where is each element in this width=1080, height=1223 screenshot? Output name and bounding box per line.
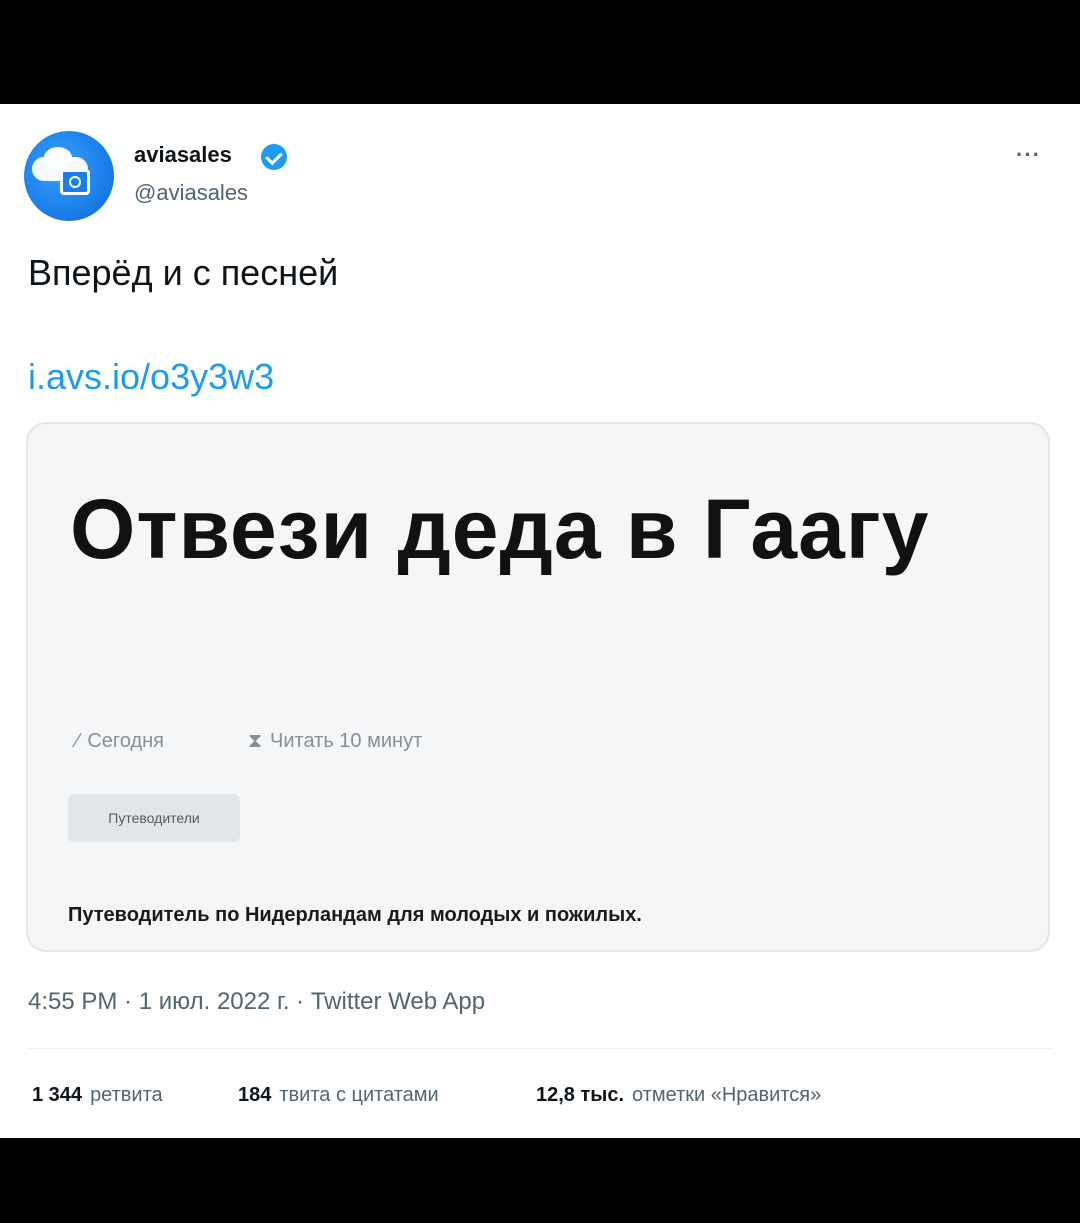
tweet-text: Вперёд и с песней: [28, 252, 339, 293]
tweet-timestamp[interactable]: 4:55 PM · 1 июл. 2022 г. · Twitter Web A…: [28, 988, 485, 1016]
author-name[interactable]: aviasales: [134, 142, 232, 168]
retweets-stat[interactable]: 1 344 ретвита: [32, 1084, 163, 1107]
card-description: Путеводитель по Нидерландам для молодых …: [68, 904, 642, 926]
card-date: ∕ Сегодня: [76, 730, 164, 753]
aviasales-logo-icon: [60, 169, 90, 195]
card-date-label: Сегодня: [87, 730, 164, 752]
retweets-label: ретвита: [90, 1084, 163, 1106]
quotes-label: твита с цитатами: [279, 1084, 439, 1106]
author-handle[interactable]: @aviasales: [134, 180, 248, 206]
likes-count: 12,8 тыс.: [536, 1084, 625, 1106]
card-read-time: ⧗ Читать 10 минут: [248, 730, 422, 753]
avatar[interactable]: [24, 131, 114, 221]
likes-stat[interactable]: 12,8 тыс. отметки «Нравится»: [536, 1084, 821, 1107]
tweet-container: aviasales @aviasales ··· Вперёд и с песн…: [0, 104, 1080, 1138]
divider: [28, 1048, 1052, 1049]
link-preview-card[interactable]: Отвези деда в Гаагу ∕ Сегодня ⧗ Читать 10 …: [26, 422, 1050, 952]
pencil-icon: ∕: [76, 730, 80, 752]
card-read-time-label: Читать 10 минут: [270, 730, 423, 752]
card-title: Отвези деда в Гаагу: [70, 482, 930, 576]
likes-label: отметки «Нравится»: [632, 1084, 822, 1106]
verified-badge-icon: [261, 144, 287, 170]
tweet-link[interactable]: i.avs.io/o3y3w3: [28, 356, 274, 398]
quotes-count: 184: [238, 1084, 272, 1106]
hourglass-icon: ⧗: [248, 730, 263, 752]
card-tag: Путеводители: [68, 794, 240, 842]
quotes-stat[interactable]: 184 твита с цитатами: [238, 1084, 439, 1107]
more-options-icon[interactable]: ···: [1016, 142, 1041, 168]
retweets-count: 1 344: [32, 1084, 83, 1106]
